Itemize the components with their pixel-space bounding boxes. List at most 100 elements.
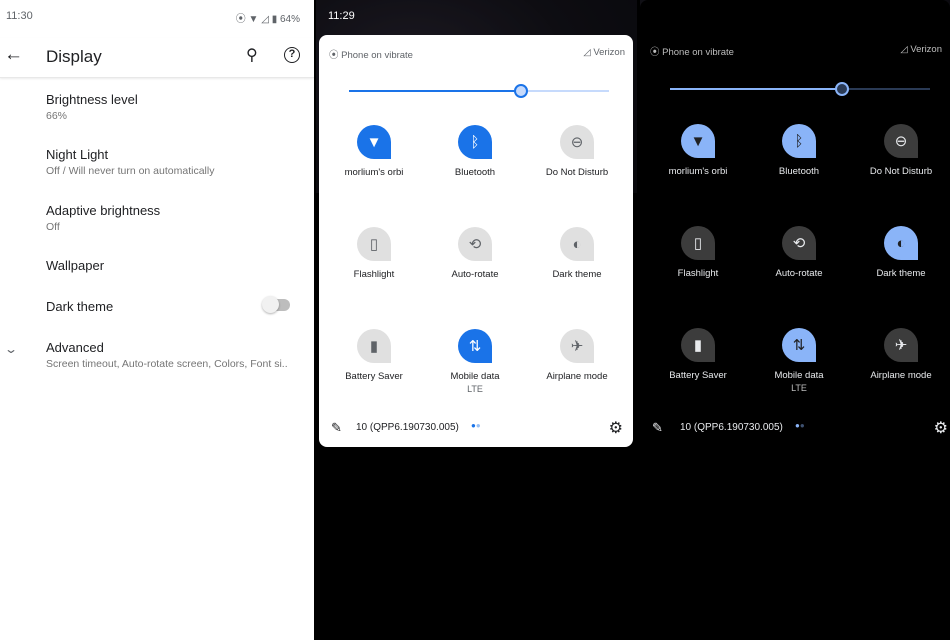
tile-sublabel: LTE — [791, 383, 807, 393]
tile-auto-rotate[interactable]: ⟲ Auto-rotate — [749, 226, 849, 279]
tile-label: Bluetooth — [778, 166, 820, 177]
wifi-icon: ▼ — [248, 14, 259, 25]
tile-label: Auto-rotate — [775, 268, 823, 279]
tile-label: Mobile data — [774, 370, 824, 381]
settings-item-summary: 66% — [46, 110, 68, 122]
quick-settings-panel: ⦿ Phone on vibrate ◿ Verizon ▼ morlium's … — [319, 35, 633, 447]
brightness-slider[interactable] — [349, 84, 609, 98]
brightness-fill — [349, 90, 521, 92]
do-not-disturb-icon: ⊖ — [884, 124, 918, 158]
signal-icon: ◿ — [583, 47, 594, 58]
tile-battery-saver[interactable]: ▮ Battery Saver — [648, 328, 748, 381]
status-icons: ⦿ ▼ ◿ ▮ 64% — [236, 10, 300, 25]
search-icon[interactable]: ⚲ — [246, 45, 258, 65]
settings-item-title: Brightness level — [46, 92, 138, 107]
settings-item-adaptive-brightness[interactable]: Adaptive brightness Off — [46, 203, 160, 233]
settings-item-title: Wallpaper — [46, 258, 105, 273]
tile-mobile-data[interactable]: ⇅ Mobile data LTE — [425, 329, 525, 394]
settings-item-advanced[interactable]: Advanced Screen timeout, Auto-rotate scr… — [46, 340, 288, 370]
quick-settings-dark: ˄≡✆◉➤◣ G ●● 11:29⦿ Phone on vibrate◿ Ver… — [640, 0, 950, 640]
brightness-slider[interactable] — [670, 82, 930, 96]
tile-auto-rotate[interactable]: ⟲ Auto-rotate — [425, 227, 525, 280]
tile-label: Dark theme — [552, 269, 602, 280]
tile-battery-saver[interactable]: ▮ Battery Saver — [324, 329, 424, 382]
do-not-disturb-icon: ⊖ — [560, 125, 594, 159]
tile-label: Airplane mode — [546, 371, 608, 382]
tile-label: Auto-rotate — [451, 269, 499, 280]
dark-theme-icon: ◐ — [560, 227, 594, 261]
quick-settings-light: ˄≡✆◉➤◣ G ●● 11:29⦿ Phone on vibrate◿ Ver… — [316, 0, 637, 640]
carrier-status: ◿ Verizon — [583, 47, 625, 58]
chevron-down-icon[interactable]: ⌄ — [4, 342, 18, 356]
brightness-thumb-icon[interactable] — [834, 82, 849, 96]
tile-bluetooth[interactable]: ᛒ Bluetooth — [425, 125, 525, 178]
airplane-icon: ✈ — [884, 328, 918, 362]
tile-mobile-data[interactable]: ⇅ Mobile data LTE — [749, 328, 849, 393]
battery-icon: ▮ — [271, 14, 278, 25]
tile-airplane-mode[interactable]: ✈ Airplane mode — [851, 328, 950, 381]
auto-rotate-icon: ⟲ — [458, 227, 492, 261]
vibrate-status: ⦿ Phone on vibrate — [329, 50, 413, 61]
tile-label: Do Not Disturb — [545, 167, 609, 178]
settings-item-summary: Off / Will never turn on automatically — [46, 165, 215, 177]
display-settings-screen: 11:30 ⦿ ▼ ◿ ▮ 64% ← Display ⚲ ? Brightne… — [0, 0, 314, 640]
status-time: 11:30 — [6, 10, 33, 22]
settings-item-dark-theme[interactable]: Dark theme — [46, 299, 113, 314]
settings-gear-icon[interactable]: ⚙ — [609, 418, 623, 438]
settings-item-brightness-level[interactable]: Brightness level 66% — [46, 92, 138, 122]
signal-icon: ◿ — [900, 44, 911, 55]
settings-item-title: Adaptive brightness — [46, 203, 161, 218]
vibrate-icon: ⦿ — [235, 14, 246, 25]
tile-morlium-s-orbi[interactable]: ▼ morlium's orbi — [324, 125, 424, 178]
app-bar: ← Display ⚲ ? — [0, 38, 314, 78]
settings-item-night-light[interactable]: Night Light Off / Will never turn on aut… — [46, 147, 214, 177]
tile-airplane-mode[interactable]: ✈ Airplane mode — [527, 329, 627, 382]
tile-label: Flashlight — [353, 269, 395, 280]
flashlight-icon: ▯ — [357, 227, 391, 261]
page-title: Display — [46, 47, 102, 66]
mobile-data-icon: ⇅ — [458, 329, 492, 363]
wifi-icon: ▼ — [357, 125, 391, 159]
tile-dark-theme[interactable]: ◐ Dark theme — [527, 227, 627, 280]
wifi-icon: ▼ — [681, 124, 715, 158]
tile-bluetooth[interactable]: ᛒ Bluetooth — [749, 124, 849, 177]
bluetooth-icon: ᛒ — [458, 125, 492, 159]
settings-item-wallpaper[interactable]: Wallpaper — [46, 258, 104, 273]
back-arrow-icon[interactable]: ← — [4, 44, 23, 66]
tile-do-not-disturb[interactable]: ⊖ Do Not Disturb — [851, 124, 950, 177]
battery-level: 64% — [279, 14, 300, 25]
dark-theme-toggle[interactable] — [262, 296, 290, 313]
brightness-thumb-icon[interactable] — [513, 84, 528, 98]
build-number: 10 (QPP6.190730.005) — [680, 422, 783, 433]
flashlight-icon: ▯ — [681, 226, 715, 260]
tile-label: Airplane mode — [870, 370, 932, 381]
tile-dark-theme[interactable]: ◐ Dark theme — [851, 226, 950, 279]
status-time: 11:29 — [328, 10, 355, 22]
settings-gear-icon[interactable]: ⚙ — [934, 418, 948, 438]
help-icon[interactable]: ? — [284, 47, 300, 63]
vibrate-icon: ⦿ — [329, 50, 342, 61]
tile-flashlight[interactable]: ▯ Flashlight — [324, 227, 424, 280]
settings-item-summary: Screen timeout, Auto-rotate screen, Colo… — [46, 358, 288, 370]
edit-pencil-icon[interactable]: ✎ — [652, 420, 663, 436]
tile-label: Battery Saver — [345, 371, 403, 382]
page-indicator[interactable]: ●● — [471, 421, 481, 430]
settings-item-title: Advanced — [46, 340, 104, 355]
mobile-data-icon: ⇅ — [782, 328, 816, 362]
tile-morlium-s-orbi[interactable]: ▼ morlium's orbi — [648, 124, 748, 177]
tile-do-not-disturb[interactable]: ⊖ Do Not Disturb — [527, 125, 627, 178]
edit-pencil-icon[interactable]: ✎ — [331, 420, 342, 436]
tile-label: Mobile data — [450, 371, 500, 382]
signal-icon: ◿ — [261, 14, 269, 25]
tile-sublabel: LTE — [467, 384, 483, 394]
build-number: 10 (QPP6.190730.005) — [356, 422, 459, 433]
tile-label: Flashlight — [677, 268, 719, 279]
settings-item-title: Dark theme — [46, 299, 114, 314]
tile-flashlight[interactable]: ▯ Flashlight — [648, 226, 748, 279]
vibrate-icon: ⦿ — [650, 47, 663, 58]
dark-theme-icon: ◐ — [884, 226, 918, 260]
page-indicator[interactable]: ●● — [795, 421, 805, 430]
brightness-fill — [670, 88, 842, 90]
settings-item-title: Night Light — [46, 147, 109, 162]
settings-item-summary: Off — [46, 221, 60, 233]
